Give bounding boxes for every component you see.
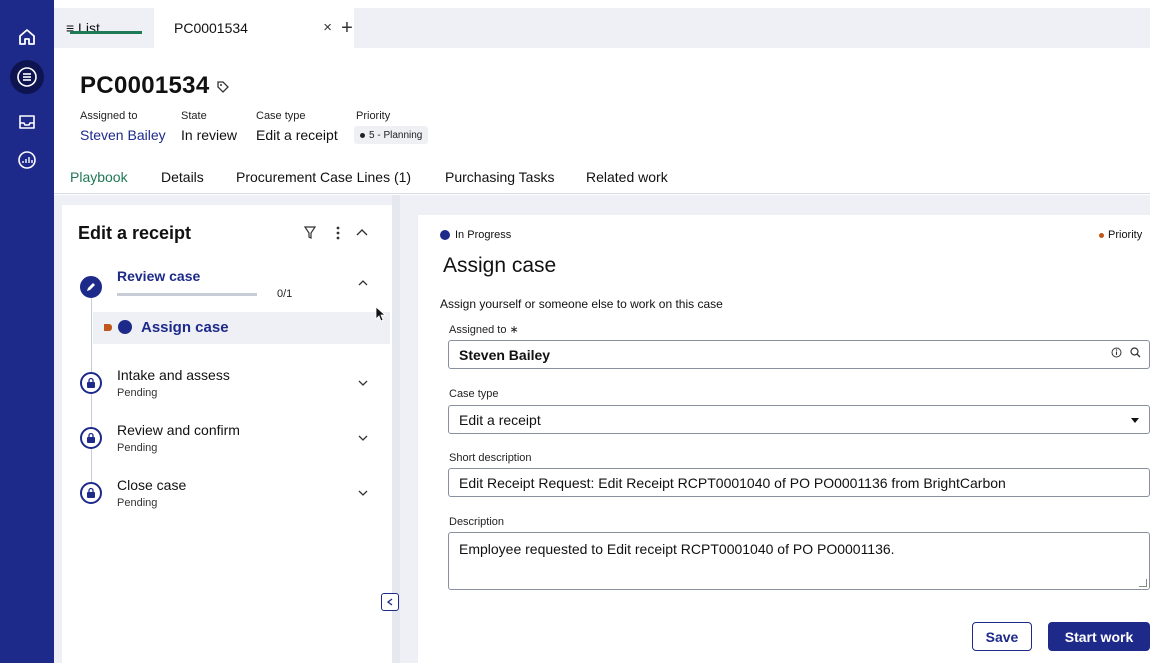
form-title: Assign case [443,254,557,277]
search-icon[interactable] [1130,347,1141,358]
filter-icon[interactable] [304,226,316,240]
priority-dot-icon [360,132,365,138]
stage-intake-and-assess[interactable]: Intake and assess [117,367,230,383]
page-title: PC0001534 [80,72,210,99]
tab-details[interactable]: Details [161,169,204,185]
stage-status: Pending [117,387,158,399]
chevron-left-icon [387,598,393,606]
description-textarea[interactable]: Employee requested to Edit receipt RCPT0… [448,532,1150,590]
assigned-to-field[interactable]: Steven Bailey [448,340,1150,369]
tab-playbook[interactable]: Playbook [70,169,128,185]
case-tab[interactable]: PC0001534 × [154,8,354,48]
lock-icon [80,427,102,449]
left-rail [0,0,54,663]
assign-case-form [418,215,1150,663]
case-type-label: Case type [256,110,306,122]
tab-purchasing-tasks[interactable]: Purchasing Tasks [445,169,554,185]
case-type-select[interactable]: Edit a receipt [448,405,1150,434]
description-value: Employee requested to Edit receipt RCPT0… [459,541,895,557]
collapse-panel-button[interactable] [381,593,399,611]
save-button[interactable]: Save [972,622,1032,651]
playbook-title: Edit a receipt [78,223,192,243]
list-icon[interactable] [10,60,44,94]
status-indicator: In Progress [440,229,511,241]
inbox-icon[interactable] [13,108,41,136]
form-instruction: Assign yourself or someone else to work … [440,297,723,311]
list-tab[interactable]: ≡ List [54,8,154,48]
current-step-marker-icon [104,324,112,331]
stage-status: Pending [117,442,158,454]
stage-close-case[interactable]: Close case [117,477,186,493]
tag-icon[interactable] [216,80,230,94]
dropdown-caret-icon [1131,418,1139,423]
chevron-down-icon[interactable] [358,435,368,441]
case-type-value: Edit a receipt [256,127,338,143]
mouse-cursor-icon [375,306,387,322]
stage-review-and-confirm[interactable]: Review and confirm [117,422,240,438]
info-icon[interactable] [1111,347,1122,358]
short-description-value: Edit Receipt Request: Edit Receipt RCPT0… [459,474,1006,491]
home-icon[interactable] [13,23,41,51]
stage-review-case[interactable]: Review case [117,268,200,284]
dashboard-icon[interactable] [13,146,41,174]
resize-handle-icon[interactable] [1139,579,1147,587]
short-description-label: Short description [449,452,532,464]
step-assign-case[interactable]: Assign case [141,319,229,336]
chevron-down-icon[interactable] [358,490,368,496]
pencil-icon [80,276,102,298]
priority-dot-icon [1099,232,1104,238]
priority-indicator: Priority [1099,229,1142,241]
case-tab-label: PC0001534 [174,20,248,36]
stage-progress-bar [117,293,257,296]
lock-icon [80,482,102,504]
collapse-chevron-up-icon[interactable] [356,228,368,236]
assigned-to-link[interactable]: Steven Bailey [80,127,166,143]
stage-progress-text: 0/1 [277,288,293,300]
start-work-button[interactable]: Start work [1048,622,1150,651]
assigned-to-field-label: Assigned to ∗ [449,324,519,336]
tab-procurement-case-lines[interactable]: Procurement Case Lines (1) [236,169,411,185]
nav-tabs: Playbook Details Procurement Case Lines … [54,160,1150,194]
description-label: Description [449,516,505,528]
priority-text: Priority [1108,229,1143,241]
priority-value: 5 - Planning [369,129,423,141]
case-type-select-value: Edit a receipt [459,411,541,428]
assigned-to-field-value: Steven Bailey [459,346,551,363]
status-text: In Progress [455,229,512,241]
assigned-to-label: Assigned to [80,110,138,122]
step-status-icon [118,320,132,334]
case-type-field-label: Case type [449,388,499,400]
lock-icon [80,372,102,394]
tab-bar: ≡ List PC0001534 × + [54,8,1150,48]
priority-label: Priority [356,110,391,122]
short-description-input[interactable]: Edit Receipt Request: Edit Receipt RCPT0… [448,468,1150,497]
chevron-up-icon[interactable] [358,280,368,286]
add-tab-button[interactable]: + [336,8,358,48]
in-progress-icon [440,230,450,240]
chevron-down-icon[interactable] [358,380,368,386]
state-label: State [181,110,207,122]
step-row-assign-case[interactable] [93,312,390,344]
more-options-icon[interactable] [336,226,340,240]
active-tab-indicator [70,31,142,34]
priority-badge: 5 - Planning [354,126,429,144]
stage-status: Pending [117,497,158,509]
tab-related-work[interactable]: Related work [586,169,668,185]
state-value: In review [181,127,238,143]
close-tab-icon[interactable]: × [323,19,332,36]
